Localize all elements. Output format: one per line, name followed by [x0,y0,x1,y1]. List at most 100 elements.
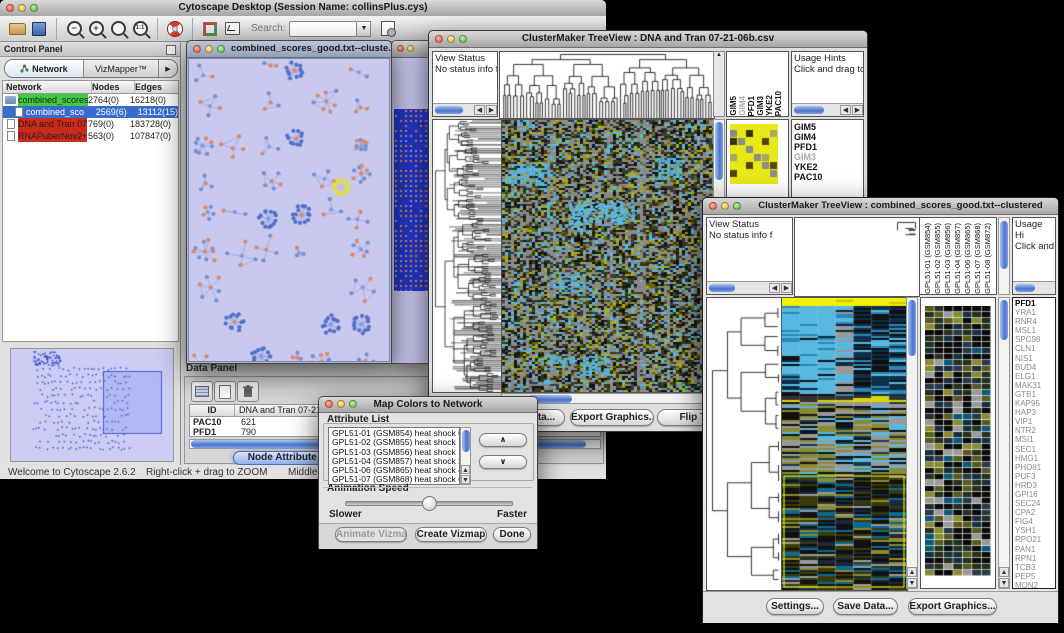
zoom-fit-icon[interactable]: 1:1 [129,19,151,39]
gene-label[interactable]: SEC1 [1013,445,1055,454]
gene-label[interactable]: KAP95 [1013,399,1055,408]
gene-label[interactable]: MSI1 [1013,435,1055,444]
gene-label[interactable]: SPC98 [1013,335,1055,344]
help-lifering-icon[interactable] [164,19,186,39]
tv1-export-graphics-button[interactable]: Export Graphics... [570,409,654,426]
gene-label[interactable]: RNR4 [1013,317,1055,326]
minimize-button[interactable] [721,202,729,210]
animate-vizmap-button[interactable]: Animate Vizmap [335,527,407,542]
close-button[interactable] [325,400,333,408]
tv1-status-scrollbar[interactable]: ◀ ▶ [433,103,497,116]
create-vizmap-button[interactable]: Create Vizmap [415,527,487,542]
attribute-browser-icon[interactable] [377,19,399,39]
gene-label[interactable]: YKE2 [792,162,863,172]
gene-label[interactable]: PUF3 [1013,472,1055,481]
network-matrix-view[interactable] [394,109,429,291]
gene-label[interactable]: TCB3 [1013,563,1055,572]
gene-label[interactable]: SEC24 [1013,499,1055,508]
gene-label[interactable]: HAP3 [1013,408,1055,417]
tv1-col-scroll-strip[interactable]: ▲ [713,51,725,117]
tv2-zoom-vscrollbar[interactable]: ▲ ▼ [998,297,1010,589]
gene-label[interactable]: MON2 [1013,581,1055,589]
move-up-button[interactable]: ∧ [479,433,527,447]
network-row-rnapuber[interactable]: RNAPuberNov2+ 563(0) 107847(0) [3,130,178,142]
close-button[interactable] [709,202,717,210]
minimize-button[interactable] [205,45,213,53]
tv2-usage-scrollbar[interactable] [1013,281,1055,294]
gene-label[interactable]: PAC10 [792,172,863,182]
delete-attribute-icon[interactable] [237,381,259,402]
plugin-icon[interactable] [199,19,221,39]
gene-label[interactable]: PHO81 [1013,463,1055,472]
gene-label[interactable]: GPI16 [1013,490,1055,499]
new-attribute-icon[interactable] [214,381,236,402]
close-button[interactable] [435,35,443,43]
tv2-export-graphics-button[interactable]: Export Graphics... [908,598,997,615]
gene-label[interactable]: RPO21 [1013,535,1055,544]
network-window-titlebar[interactable]: combined_scores_good.txt--cluste... [187,41,391,58]
search-dropdown-arrow[interactable]: ▼ [357,21,371,37]
network-row-dna-tran[interactable]: DNA and Tran 07 769(0) 183728(0) [3,118,178,130]
gene-label[interactable]: ELG1 [1013,372,1055,381]
minimize-button[interactable] [447,35,455,43]
col-header-edges[interactable]: Edges [135,81,178,93]
save-icon[interactable] [28,19,50,39]
tab-more-arrow[interactable]: ▶ [159,60,177,77]
close-button[interactable] [193,45,201,53]
id-column-header[interactable]: ID [190,405,235,416]
search-input[interactable] [289,21,357,37]
zoom-in-icon[interactable]: + [85,19,107,39]
tv1-row-dendrogram[interactable] [432,119,503,393]
gene-label[interactable]: HRD3 [1013,481,1055,490]
tv2-settings-button[interactable]: Settings... [766,598,824,615]
done-button[interactable]: Done [493,527,531,542]
gene-label[interactable]: GIM3 [792,152,863,162]
zoom-selected-icon[interactable] [107,19,129,39]
annotation-icon[interactable] [221,19,243,39]
gene-label[interactable]: CPA2 [1013,508,1055,517]
zoom-button[interactable] [30,4,38,12]
tv1-heatmap[interactable] [501,119,715,393]
gene-label[interactable]: HMG1 [1013,454,1055,463]
gene-label[interactable]: YSH1 [1013,526,1055,535]
float-panel-icon[interactable] [166,45,176,55]
gene-label[interactable]: MAK31 [1013,381,1055,390]
tv2-heatmap[interactable] [781,297,908,591]
tv2-row-dendrogram[interactable] [706,297,783,591]
gene-label[interactable]: BUD4 [1013,363,1055,372]
create-table-icon[interactable] [191,381,213,402]
treeview2-titlebar[interactable]: ClusterMaker TreeView : combined_scores_… [703,198,1058,215]
birdseye-view[interactable] [10,348,174,462]
move-down-button[interactable]: ∨ [479,455,527,469]
minimize-button[interactable] [337,400,345,408]
col-header-nodes[interactable]: Nodes [92,81,135,93]
gene-label[interactable]: PFD1 [1013,299,1055,308]
gene-label[interactable]: RPN1 [1013,554,1055,563]
gene-label[interactable]: PAN1 [1013,545,1055,554]
zoom-out-icon[interactable]: − [63,19,85,39]
minimize-button[interactable] [407,45,414,52]
gene-label[interactable]: GIM5 [792,122,863,132]
network-row-selected[interactable]: combined_sco 2569(6) 13112(15) [3,106,178,118]
gene-label[interactable]: PEP5 [1013,572,1055,581]
tab-network[interactable]: Network [5,60,84,77]
tv2-save-data-button[interactable]: Save Data... [833,598,898,615]
slider-thumb[interactable] [422,496,437,511]
close-button[interactable] [6,4,14,12]
tv2-column-dendrogram[interactable] [794,217,920,297]
gene-label[interactable]: MSL1 [1013,326,1055,335]
close-button[interactable] [397,45,404,52]
zoom-button[interactable] [733,202,741,210]
attribute-list-vscrollbar[interactable]: ▲ ▼ [460,427,471,485]
tv2-heatmap-vscrollbar[interactable]: ▲ ▼ [906,297,918,589]
tv2-zoom-heatmap[interactable] [925,306,991,576]
tv2-gene-list[interactable]: PFD1YRA1RNR4MSL1SPC98CLN1NIS1BUD4ELG1MAK… [1012,297,1056,589]
gene-label[interactable]: NTR2 [1013,426,1055,435]
tv2-collabel-vscrollbar[interactable] [998,217,1010,295]
zoom-button[interactable] [349,400,357,408]
tv2-status-scrollbar[interactable]: ◀ ▶ [707,281,792,294]
tv1-column-dendrogram[interactable] [499,51,715,119]
gene-label[interactable]: FIG4 [1013,517,1055,526]
gene-label[interactable]: YRA1 [1013,308,1055,317]
main-titlebar[interactable]: Cytoscape Desktop (Session Name: collins… [0,0,606,17]
